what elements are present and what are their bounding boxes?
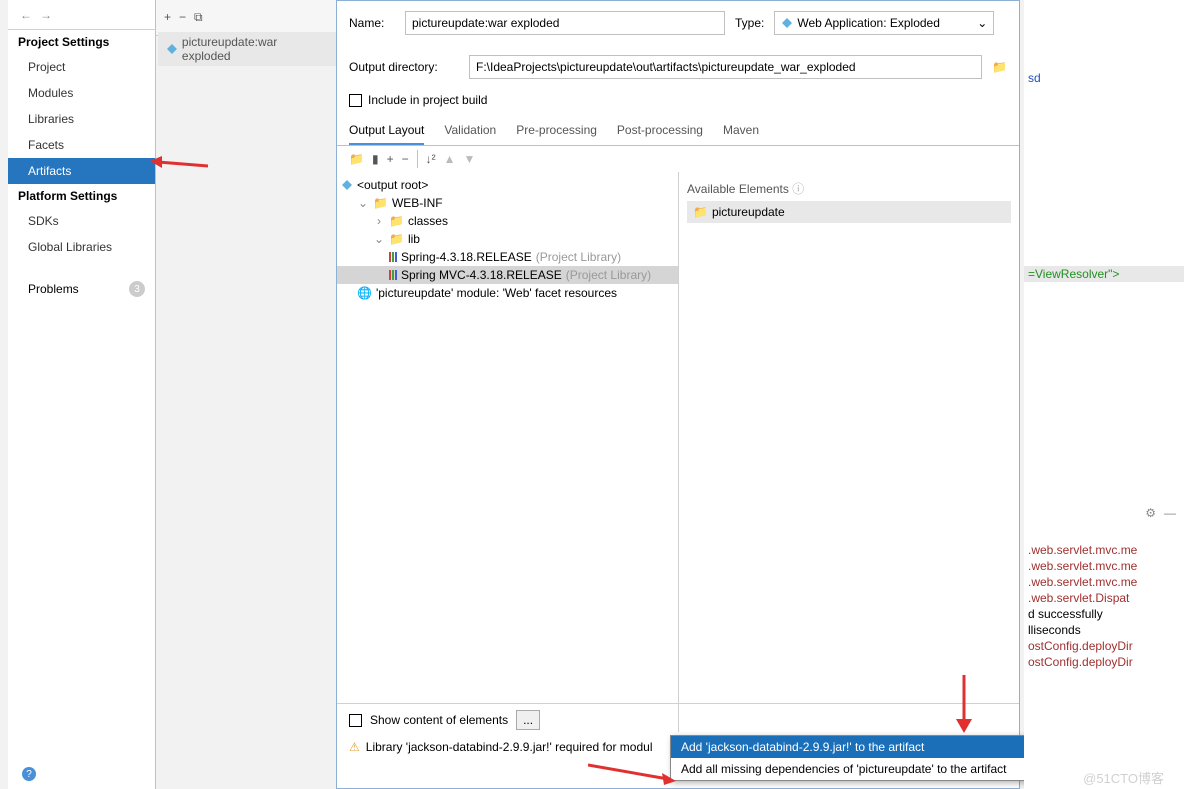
include-build-label: Include in project build: [368, 93, 487, 107]
tree-webinf: ⌄ 📁 WEB-INF: [337, 194, 678, 212]
available-elements: Available Elements ⓘ 📁 pictureupdate: [679, 172, 1019, 732]
artifact-tab-label: pictureupdate:war exploded: [182, 35, 328, 63]
forward-icon[interactable]: →: [40, 8, 52, 22]
tree-classes: › 📁 classes: [337, 212, 678, 230]
webapp-icon: [781, 17, 793, 29]
remove-icon[interactable]: −: [179, 10, 186, 25]
tree-facet: 🌐 'pictureupdate' module: 'Web' facet re…: [337, 284, 678, 302]
folder-icon: 📁: [389, 232, 404, 246]
platform-settings-header: Platform Settings: [8, 184, 155, 208]
nav-artifacts[interactable]: Artifacts: [8, 158, 155, 184]
tree-spring: Spring-4.3.18.RELEASE (Project Library): [337, 248, 678, 266]
nav-sdks[interactable]: SDKs: [8, 208, 155, 234]
chevron-down-icon: ⌄: [977, 16, 987, 30]
new-folder-icon[interactable]: 📁: [349, 152, 364, 166]
remove-layout-icon[interactable]: −: [402, 152, 409, 166]
web-facet-icon: 🌐: [357, 286, 372, 300]
add-copy-icon[interactable]: +: [387, 152, 394, 166]
up-icon[interactable]: ▲: [444, 152, 456, 166]
tree-springmvc: Spring MVC-4.3.18.RELEASE (Project Libra…: [337, 266, 678, 284]
outdir-input[interactable]: [469, 55, 982, 79]
browse-icon[interactable]: 📁: [992, 60, 1007, 74]
layout-toolbar: 📁 ▮ + − ↓² ▲ ▼: [337, 146, 1019, 172]
problems-count-badge: 3: [129, 281, 145, 297]
artifact-icon: [166, 43, 178, 55]
new-file-icon[interactable]: ▮: [372, 152, 379, 166]
separator: [417, 150, 418, 168]
folder-icon: 📁: [389, 214, 404, 228]
type-value: Web Application: Exploded: [797, 16, 940, 30]
gear-icon[interactable]: ⚙: [1145, 506, 1156, 520]
bottom-bar: Show content of elements ...: [337, 703, 1019, 736]
background-editor: sd =ViewResolver"> ⚙— .web.servlet.mvc.m…: [1024, 0, 1184, 789]
problems-label: Problems: [28, 282, 79, 296]
nav-problems[interactable]: Problems 3: [8, 276, 155, 302]
root-icon: [341, 179, 353, 191]
nav-global-libraries[interactable]: Global Libraries: [8, 234, 155, 260]
artifact-list: + − ⧉: [156, 0, 336, 36]
expand-icon[interactable]: ⌄: [373, 232, 385, 246]
library-icon: [389, 270, 397, 280]
artifact-tabs: Output Layout Validation Pre-processing …: [337, 117, 1019, 146]
show-content-checkbox[interactable]: [349, 714, 362, 727]
tab-validation[interactable]: Validation: [444, 117, 496, 145]
nav-project[interactable]: Project: [8, 54, 155, 80]
nav-libraries[interactable]: Libraries: [8, 106, 155, 132]
help-icon[interactable]: ⓘ: [792, 182, 804, 196]
help-button[interactable]: ?: [22, 767, 36, 781]
tree-lib: ⌄ 📁 lib: [337, 230, 678, 248]
outdir-label: Output directory:: [349, 60, 459, 74]
nav-facets[interactable]: Facets: [8, 132, 155, 158]
type-combo[interactable]: Web Application: Exploded ⌄: [774, 11, 994, 35]
artifact-editor: Name: Type: Web Application: Exploded ⌄ …: [336, 0, 1020, 789]
name-label: Name:: [349, 16, 395, 30]
copy-icon[interactable]: ⧉: [194, 10, 203, 25]
tree-output-root: <output root>: [337, 176, 678, 194]
project-settings-header: Project Settings: [8, 30, 155, 54]
include-build-checkbox[interactable]: [349, 94, 362, 107]
avail-header-label: Available Elements: [687, 182, 789, 196]
sidebar: ← → Project Settings Project Modules Lib…: [8, 0, 156, 789]
minimize-icon[interactable]: —: [1164, 506, 1176, 520]
library-icon: [389, 252, 397, 262]
name-input[interactable]: [405, 11, 725, 35]
tab-output-layout[interactable]: Output Layout: [349, 117, 424, 145]
watermark: @51CTO博客: [1083, 768, 1164, 787]
artifact-tab[interactable]: pictureupdate:war exploded: [158, 32, 336, 66]
output-tree[interactable]: <output root> ⌄ 📁 WEB-INF › 📁 classes ⌄ …: [337, 172, 679, 732]
tab-postprocessing[interactable]: Post-processing: [617, 117, 703, 145]
avail-item[interactable]: 📁 pictureupdate: [687, 201, 1011, 223]
type-label: Type:: [735, 16, 764, 30]
nav-modules[interactable]: Modules: [8, 80, 155, 106]
annotation-arrow: [150, 156, 210, 176]
warning-text: Library 'jackson-databind-2.9.9.jar!' re…: [366, 740, 653, 754]
show-content-label: Show content of elements: [370, 713, 508, 727]
warning-icon: ⚠: [349, 740, 360, 754]
tab-preprocessing[interactable]: Pre-processing: [516, 117, 597, 145]
sort-icon[interactable]: ↓²: [426, 152, 436, 166]
nav-arrows: ← →: [8, 0, 155, 30]
back-icon[interactable]: ←: [20, 8, 32, 22]
expand-icon[interactable]: ⌄: [357, 196, 369, 210]
tab-maven[interactable]: Maven: [723, 117, 759, 145]
expand-icon[interactable]: ›: [373, 214, 385, 228]
dots-button[interactable]: ...: [516, 710, 540, 730]
add-icon[interactable]: +: [164, 10, 171, 25]
module-icon: 📁: [693, 205, 708, 219]
down-icon[interactable]: ▼: [463, 152, 475, 166]
folder-icon: 📁: [373, 196, 388, 210]
